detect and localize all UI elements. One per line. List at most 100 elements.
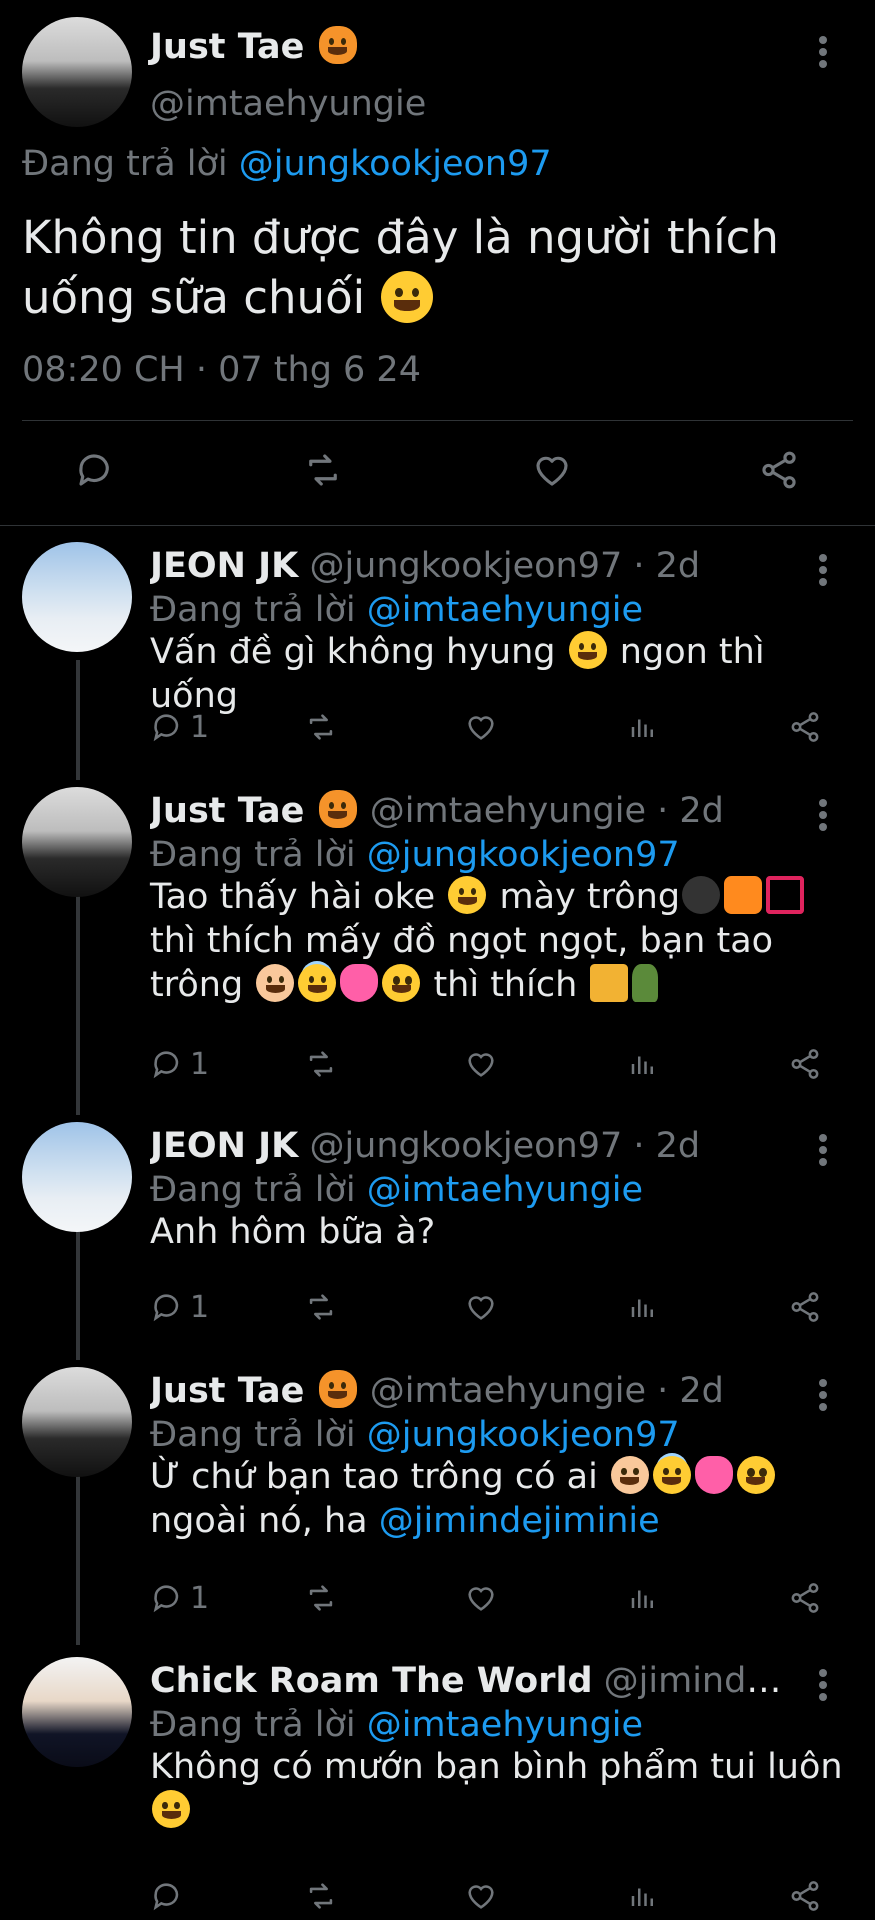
- author-handle[interactable]: @jungkookjeon97 · 2d: [309, 1126, 700, 1166]
- reply-tweet[interactable]: Just Tae @imtaehyungie · 2d Đang trả lời…: [0, 775, 875, 1110]
- bomb-emoji: [682, 876, 721, 914]
- views-icon[interactable]: [628, 1290, 658, 1324]
- divider: [0, 525, 875, 526]
- author-handle[interactable]: @imtaehyungie: [150, 84, 426, 124]
- reply-count: 1: [190, 1581, 210, 1616]
- mention-link[interactable]: @jungkookjeon97: [239, 144, 552, 184]
- tweet-text: Tao thấy hài oke mày trông thì thích mấy…: [150, 875, 850, 1007]
- author-handle[interactable]: @jimindejim...: [604, 1661, 800, 1701]
- reply-tweet[interactable]: Just Tae @imtaehyungie · 2d Đang trả lời…: [0, 1355, 875, 1645]
- reply-icon[interactable]: [150, 1047, 184, 1081]
- replying-to: Đang trả lời @imtaehyungie: [150, 1705, 644, 1745]
- grinning-emoji: [568, 631, 607, 669]
- like-icon[interactable]: [464, 710, 498, 744]
- reply-icon[interactable]: [150, 1879, 184, 1913]
- views-icon[interactable]: [628, 1879, 658, 1913]
- reply-count: 1: [190, 1290, 210, 1325]
- reply-icon[interactable]: [74, 449, 116, 491]
- avatar[interactable]: [22, 542, 132, 652]
- more-icon[interactable]: [816, 32, 830, 72]
- tweet-actions: 1: [150, 1581, 830, 1621]
- avatar[interactable]: [22, 1657, 132, 1767]
- smiling-emoji: [152, 1790, 190, 1828]
- tweet-timestamp[interactable]: 08:20 CH · 07 thg 6 24: [22, 350, 421, 390]
- tweet-text: Ừ chứ bạn tao trông có ai ngoài nó, ha @…: [150, 1455, 850, 1543]
- mention-link[interactable]: @imtaehyungie: [367, 1170, 643, 1210]
- views-icon[interactable]: [628, 1047, 658, 1081]
- retweet-icon[interactable]: [302, 1581, 340, 1615]
- mention-link[interactable]: @imtaehyungie: [367, 1705, 643, 1745]
- author-name[interactable]: Chick Roam The World: [150, 1661, 593, 1701]
- more-icon[interactable]: [816, 1375, 830, 1415]
- avatar[interactable]: [22, 1367, 132, 1477]
- tiger-emoji: [318, 790, 357, 828]
- reply-tweet[interactable]: JEON JK @jungkookjeon97 · 2d Đang trả lờ…: [0, 1110, 875, 1355]
- share-icon[interactable]: [788, 1581, 822, 1615]
- tweet-header: Just Tae @imtaehyungie · 2d: [150, 789, 800, 833]
- more-icon[interactable]: [816, 795, 830, 835]
- halo-emoji: [298, 964, 337, 1002]
- two-hearts-emoji: [340, 964, 379, 1002]
- replying-to: Đang trả lời @jungkookjeon97: [22, 144, 552, 184]
- avatar[interactable]: [22, 787, 132, 897]
- retweet-icon[interactable]: [302, 710, 340, 744]
- reply-icon[interactable]: [150, 710, 184, 744]
- author-handle[interactable]: @imtaehyungie · 2d: [370, 1371, 724, 1411]
- replying-to: Đang trả lời @imtaehyungie: [150, 590, 644, 630]
- retweet-icon[interactable]: [302, 1879, 340, 1913]
- author-name[interactable]: Just Tae: [150, 790, 359, 831]
- retweet-icon[interactable]: [300, 449, 346, 491]
- share-icon[interactable]: [788, 1879, 822, 1913]
- author-handle[interactable]: @jungkookjeon97 · 2d: [309, 546, 700, 586]
- views-icon[interactable]: [628, 1581, 658, 1615]
- more-icon[interactable]: [816, 1665, 830, 1705]
- reply-tweet[interactable]: Chick Roam The World @jimindejim... Đang…: [0, 1645, 875, 1920]
- collision-emoji: [724, 876, 763, 914]
- share-icon[interactable]: [788, 1047, 822, 1081]
- reply-tweet[interactable]: JEON JK @jungkookjeon97 · 2d Đang trả lờ…: [0, 530, 875, 775]
- tweet-header: Chick Roam The World @jimindejim...: [150, 1659, 800, 1703]
- author-name[interactable]: Just Tae: [150, 26, 359, 67]
- reply-icon[interactable]: [150, 1290, 184, 1324]
- reply-count: 1: [190, 1047, 210, 1082]
- retweet-icon[interactable]: [302, 1290, 340, 1324]
- like-icon[interactable]: [464, 1581, 498, 1615]
- like-icon[interactable]: [530, 449, 574, 491]
- mention-link[interactable]: @jungkookjeon97: [367, 1415, 680, 1455]
- tiger-emoji: [318, 1370, 357, 1408]
- avatar[interactable]: [22, 17, 132, 127]
- more-icon[interactable]: [816, 1130, 830, 1170]
- like-icon[interactable]: [464, 1879, 498, 1913]
- like-icon[interactable]: [464, 1047, 498, 1081]
- bottle-emoji: [632, 964, 659, 1002]
- tweet-actions: 1: [150, 1290, 830, 1330]
- share-icon[interactable]: [788, 710, 822, 744]
- main-tweet: Just Tae @imtaehyungie Đang trả lời @jun…: [0, 0, 875, 525]
- more-icon[interactable]: [816, 550, 830, 590]
- mention-link[interactable]: @imtaehyungie: [367, 590, 643, 630]
- tweet-actions: 1: [150, 710, 830, 750]
- author-name[interactable]: JEON JK: [150, 546, 298, 586]
- replying-to: Đang trả lời @imtaehyungie: [150, 1170, 644, 1210]
- mention-link[interactable]: @jimindejiminie: [379, 1501, 660, 1541]
- mention-link[interactable]: @jungkookjeon97: [367, 835, 680, 875]
- retweet-icon[interactable]: [302, 1047, 340, 1081]
- laughing-crying-emoji: [381, 271, 434, 323]
- divider: [22, 420, 853, 421]
- share-icon[interactable]: [788, 1290, 822, 1324]
- anger-emoji: [766, 876, 805, 914]
- tweet-actions: 1: [150, 1047, 830, 1087]
- views-icon[interactable]: [628, 710, 658, 744]
- author-handle[interactable]: @imtaehyungie · 2d: [370, 791, 724, 831]
- laughing-emoji: [448, 876, 487, 914]
- halo-emoji: [652, 1456, 691, 1494]
- avatar[interactable]: [22, 1122, 132, 1232]
- author-name[interactable]: Just Tae: [150, 1370, 359, 1411]
- replying-to: Đang trả lời @jungkookjeon97: [150, 1415, 680, 1455]
- baby-emoji: [256, 964, 295, 1002]
- share-icon[interactable]: [758, 449, 800, 491]
- author-name[interactable]: JEON JK: [150, 1126, 298, 1166]
- reply-count: 1: [190, 710, 210, 745]
- like-icon[interactable]: [464, 1290, 498, 1324]
- reply-icon[interactable]: [150, 1581, 184, 1615]
